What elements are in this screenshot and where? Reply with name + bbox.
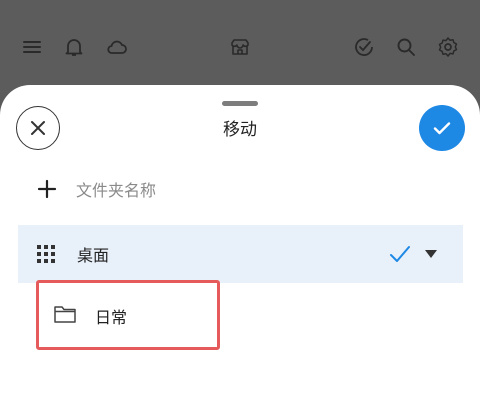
- menu-icon[interactable]: [18, 33, 46, 61]
- new-folder-placeholder: 文件夹名称: [76, 181, 157, 200]
- sheet-title: 移动: [223, 120, 257, 140]
- settings-icon[interactable]: [434, 33, 462, 61]
- folder-row-desktop[interactable]: 桌面: [18, 225, 463, 283]
- plus-icon: [34, 176, 60, 202]
- confirm-button[interactable]: [419, 105, 465, 151]
- folder-row-daily[interactable]: 日常: [36, 280, 220, 350]
- check-icon: [433, 122, 451, 135]
- search-icon[interactable]: [392, 33, 420, 61]
- expand-caret-icon[interactable]: [423, 247, 439, 261]
- top-toolbar: [0, 0, 480, 92]
- folder-label-daily: 日常: [95, 308, 128, 327]
- selected-check-icon: [390, 246, 410, 262]
- check-circle-icon[interactable]: [350, 33, 378, 61]
- cloud-icon[interactable]: [103, 33, 131, 61]
- new-folder-input[interactable]: 文件夹名称: [34, 173, 156, 205]
- folder-icon: [54, 306, 76, 323]
- drag-handle[interactable]: [222, 101, 258, 106]
- bell-icon[interactable]: [60, 33, 88, 61]
- apps-grid-icon: [37, 245, 55, 263]
- move-bottom-sheet: 移动 文件夹名称 桌面 日常: [0, 85, 480, 413]
- store-icon[interactable]: [226, 33, 254, 61]
- folder-label-desktop: 桌面: [77, 246, 110, 265]
